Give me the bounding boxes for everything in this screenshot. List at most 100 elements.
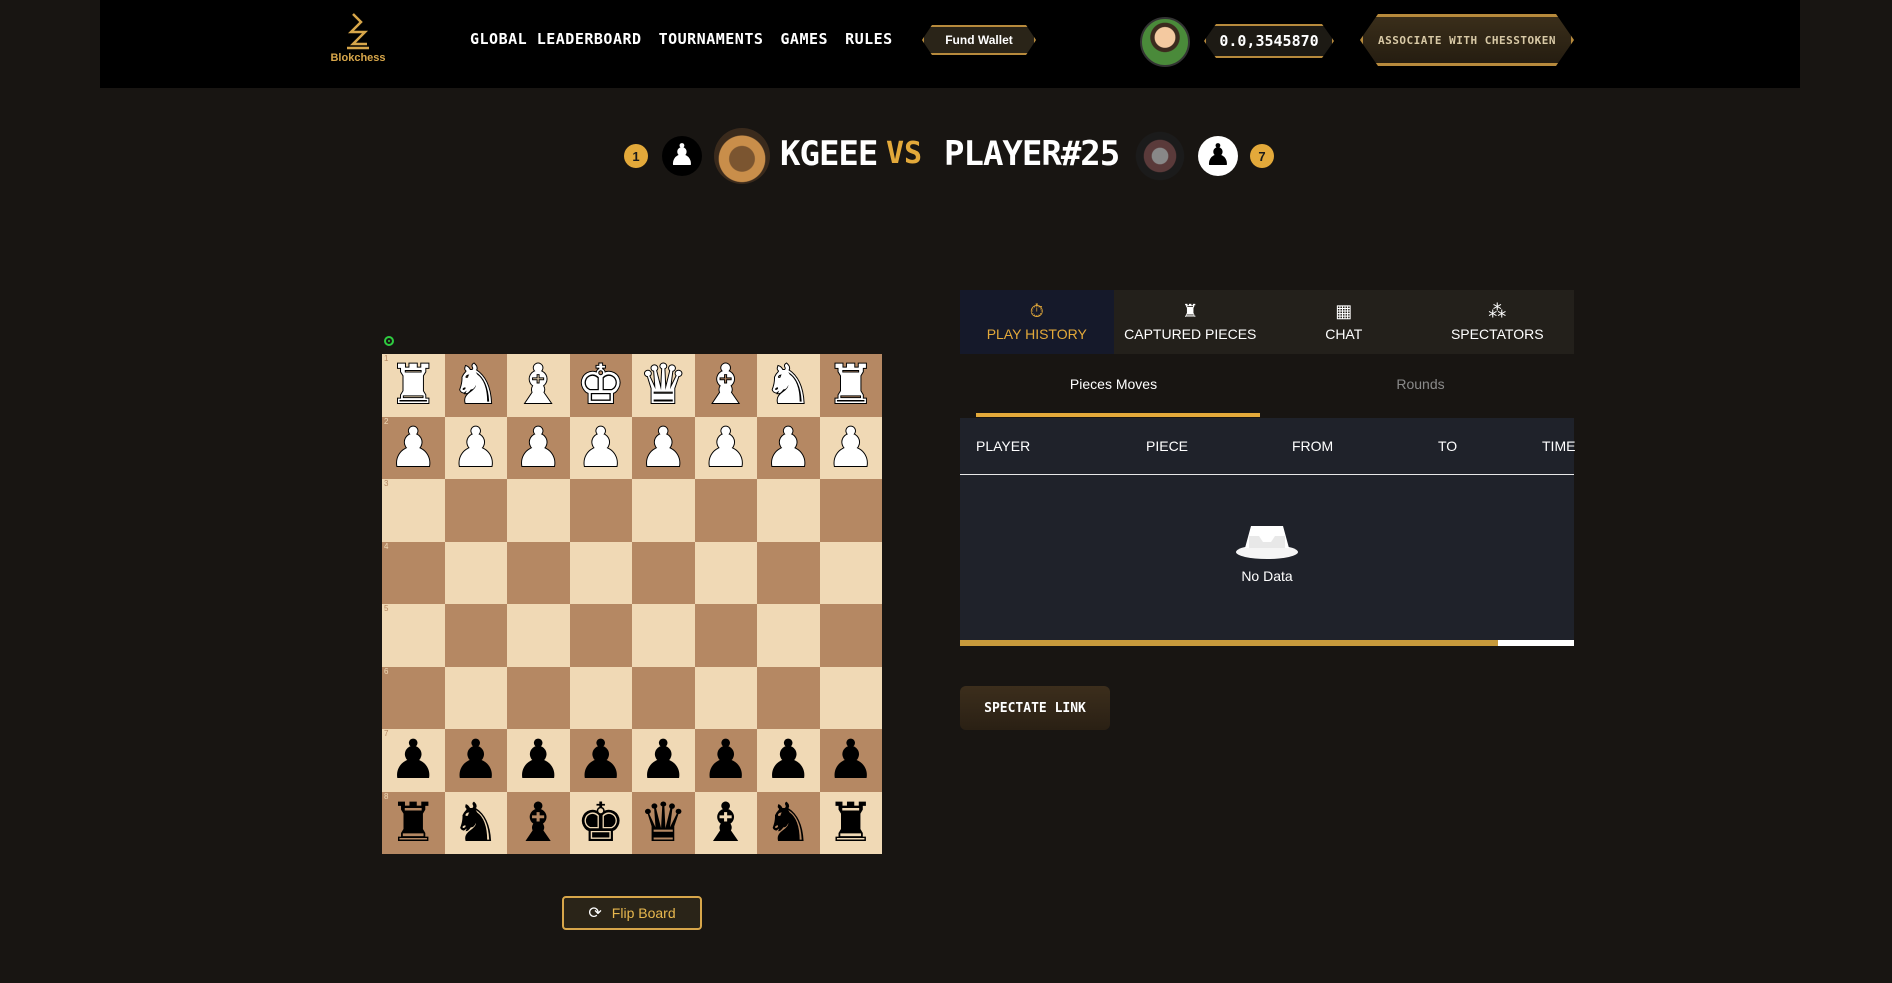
subtab-rounds[interactable]: Rounds [1267,370,1574,420]
chess-piece[interactable]: ♟ [513,419,563,475]
board-square[interactable]: 7 ♟ [382,729,445,792]
board-square[interactable] [569,666,632,729]
chess-piece[interactable]: ♟ [388,419,438,475]
tab-chat[interactable]: ▦ CHAT [1267,290,1421,354]
chess-piece[interactable]: ♞ [764,795,812,850]
board-square[interactable]: 2 ♟ [382,416,445,479]
board-square[interactable]: ♜ [819,354,882,417]
spectate-link-button[interactable]: SPECTATE LINK [960,686,1110,730]
board-square[interactable]: 8 ♜ [382,791,445,854]
chess-piece[interactable]: ♟ [389,733,437,787]
chess-piece[interactable]: ♟ [452,733,500,787]
board-square[interactable] [444,541,507,604]
chess-piece[interactable]: ♝ [514,795,562,850]
chess-piece[interactable]: ♟ [577,733,625,787]
chess-piece[interactable]: ♞ [451,357,501,413]
chess-piece[interactable]: ♚ [576,357,626,413]
board-square[interactable] [632,604,695,667]
horizontal-scrollbar[interactable] [960,640,1574,646]
tab-play-history[interactable]: ⏱ PLAY HISTORY [960,290,1114,354]
board-square[interactable] [694,604,757,667]
chess-piece[interactable]: ♜ [388,357,438,413]
board-square[interactable]: ♛ [632,791,695,854]
board-square[interactable] [819,604,882,667]
board-square[interactable]: 1 ♜ [382,354,445,417]
chess-piece[interactable]: ♛ [638,357,688,413]
chess-piece[interactable]: ♟ [701,419,751,475]
board-square[interactable]: ♝ [507,354,570,417]
flip-board-button[interactable]: ⟳ Flip Board [562,896,702,930]
nav-rules[interactable]: RULES [845,30,893,48]
board-square[interactable]: ♟ [819,416,882,479]
board-square[interactable]: ♝ [694,354,757,417]
chess-piece[interactable]: ♟ [576,419,626,475]
board-square[interactable]: ♚ [569,791,632,854]
chess-piece[interactable]: ♜ [827,795,875,850]
board-square[interactable] [569,604,632,667]
board-square[interactable] [694,541,757,604]
board-square[interactable]: ♟ [507,729,570,792]
chess-piece[interactable]: ♝ [701,357,751,413]
chess-piece[interactable]: ♝ [702,795,750,850]
board-square[interactable]: ♝ [507,791,570,854]
nav-tournaments[interactable]: TOURNAMENTS [659,30,764,48]
logo[interactable]: Blokchess [328,12,388,64]
chess-piece[interactable]: ♟ [514,733,562,787]
board-square[interactable]: ♞ [757,354,820,417]
chess-piece[interactable]: ♜ [826,357,876,413]
board-square[interactable] [507,541,570,604]
user-avatar[interactable] [1140,17,1190,67]
chess-piece[interactable]: ♟ [702,733,750,787]
board-square[interactable] [507,666,570,729]
board-square[interactable]: 3 [382,479,445,542]
board-square[interactable] [444,666,507,729]
board-square[interactable]: 4 [382,541,445,604]
board-square[interactable]: ♟ [632,416,695,479]
board-square[interactable]: ♟ [569,729,632,792]
board-square[interactable] [632,479,695,542]
board-square[interactable]: ♟ [444,729,507,792]
chess-piece[interactable]: ♟ [639,733,687,787]
board-square[interactable]: ♟ [569,416,632,479]
chess-piece[interactable]: ♟ [826,419,876,475]
scrollbar-thumb[interactable] [960,640,1498,646]
tab-captured-pieces[interactable]: ♜ CAPTURED PIECES [1114,290,1268,354]
board-square[interactable]: 6 [382,666,445,729]
board-square[interactable] [632,666,695,729]
board-square[interactable]: ♚ [569,354,632,417]
chess-piece[interactable]: ♟ [827,733,875,787]
chess-piece[interactable]: ♜ [389,795,437,850]
board-square[interactable] [819,541,882,604]
board-square[interactable] [757,666,820,729]
board-square[interactable]: ♟ [757,729,820,792]
fund-wallet-button[interactable]: Fund Wallet [922,25,1036,55]
board-square[interactable] [757,604,820,667]
board-square[interactable]: ♟ [632,729,695,792]
chess-piece[interactable]: ♝ [513,357,563,413]
board-square[interactable]: ♞ [444,354,507,417]
board-square[interactable]: ♛ [632,354,695,417]
board-square[interactable] [632,541,695,604]
board-square[interactable]: ♟ [694,729,757,792]
chess-piece[interactable]: ♟ [763,419,813,475]
board-square[interactable]: ♝ [694,791,757,854]
chess-board[interactable]: 1 ♜ ♞ ♝ ♚ ♛ ♝ ♞ ♜ 2 ♟ ♟ ♟ ♟ ♟ ♟ ♟ ♟ 3 4 5 6 7 ♟ ♟ ♟ ♟ ♟ ♟ ♟ ♟ 8 ♜ ♞ ♝ ♚ ♛ ♝ ♞ ♜ [382,354,882,854]
board-square[interactable] [507,479,570,542]
chess-piece[interactable]: ♛ [639,795,687,850]
board-square[interactable]: ♟ [444,416,507,479]
board-square[interactable] [507,604,570,667]
board-square[interactable] [444,604,507,667]
board-square[interactable]: ♟ [757,416,820,479]
associate-chesstoken-button[interactable]: ASSOCIATE WITH CHESSTOKEN [1360,14,1574,66]
board-square[interactable] [694,666,757,729]
tab-spectators[interactable]: ⁂ SPECTATORS [1421,290,1575,354]
chess-piece[interactable]: ♞ [452,795,500,850]
board-square[interactable] [444,479,507,542]
nav-global-leaderboard[interactable]: GLOBAL LEADERBOARD [470,30,642,48]
board-square[interactable]: ♟ [694,416,757,479]
board-square[interactable] [569,479,632,542]
board-square[interactable]: ♜ [819,791,882,854]
board-square[interactable] [819,666,882,729]
board-square[interactable] [757,479,820,542]
chess-piece[interactable]: ♟ [451,419,501,475]
